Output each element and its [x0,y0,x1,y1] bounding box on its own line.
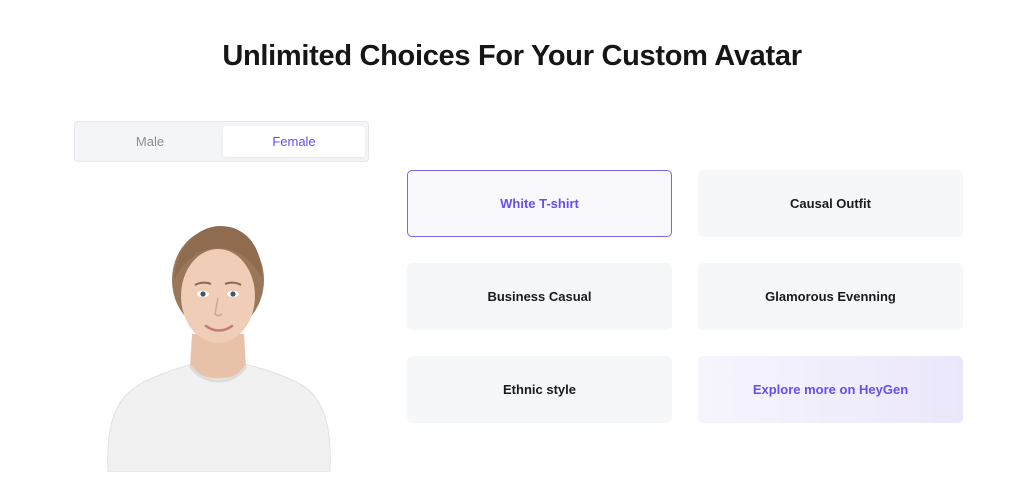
gender-option-female[interactable]: Female [223,126,365,157]
outfit-white-tshirt[interactable]: White T-shirt [407,170,672,237]
gender-toggle: Male Female [74,121,369,162]
gender-option-male[interactable]: Male [79,126,221,157]
page-title: Unlimited Choices For Your Custom Avatar [222,40,802,72]
outfit-business-casual[interactable]: Business Casual [407,263,672,330]
avatar-portrait-image [100,222,336,473]
outfit-ethnic-style[interactable]: Ethnic style [407,356,672,423]
explore-more-link[interactable]: Explore more on HeyGen [698,356,963,423]
outfit-glamorous-evening[interactable]: Glamorous Evenning [698,263,963,330]
avatar-illustration [107,226,331,473]
page: Unlimited Choices For Your Custom Avatar… [0,0,1024,502]
outfit-casual[interactable]: Causal Outfit [698,170,963,237]
